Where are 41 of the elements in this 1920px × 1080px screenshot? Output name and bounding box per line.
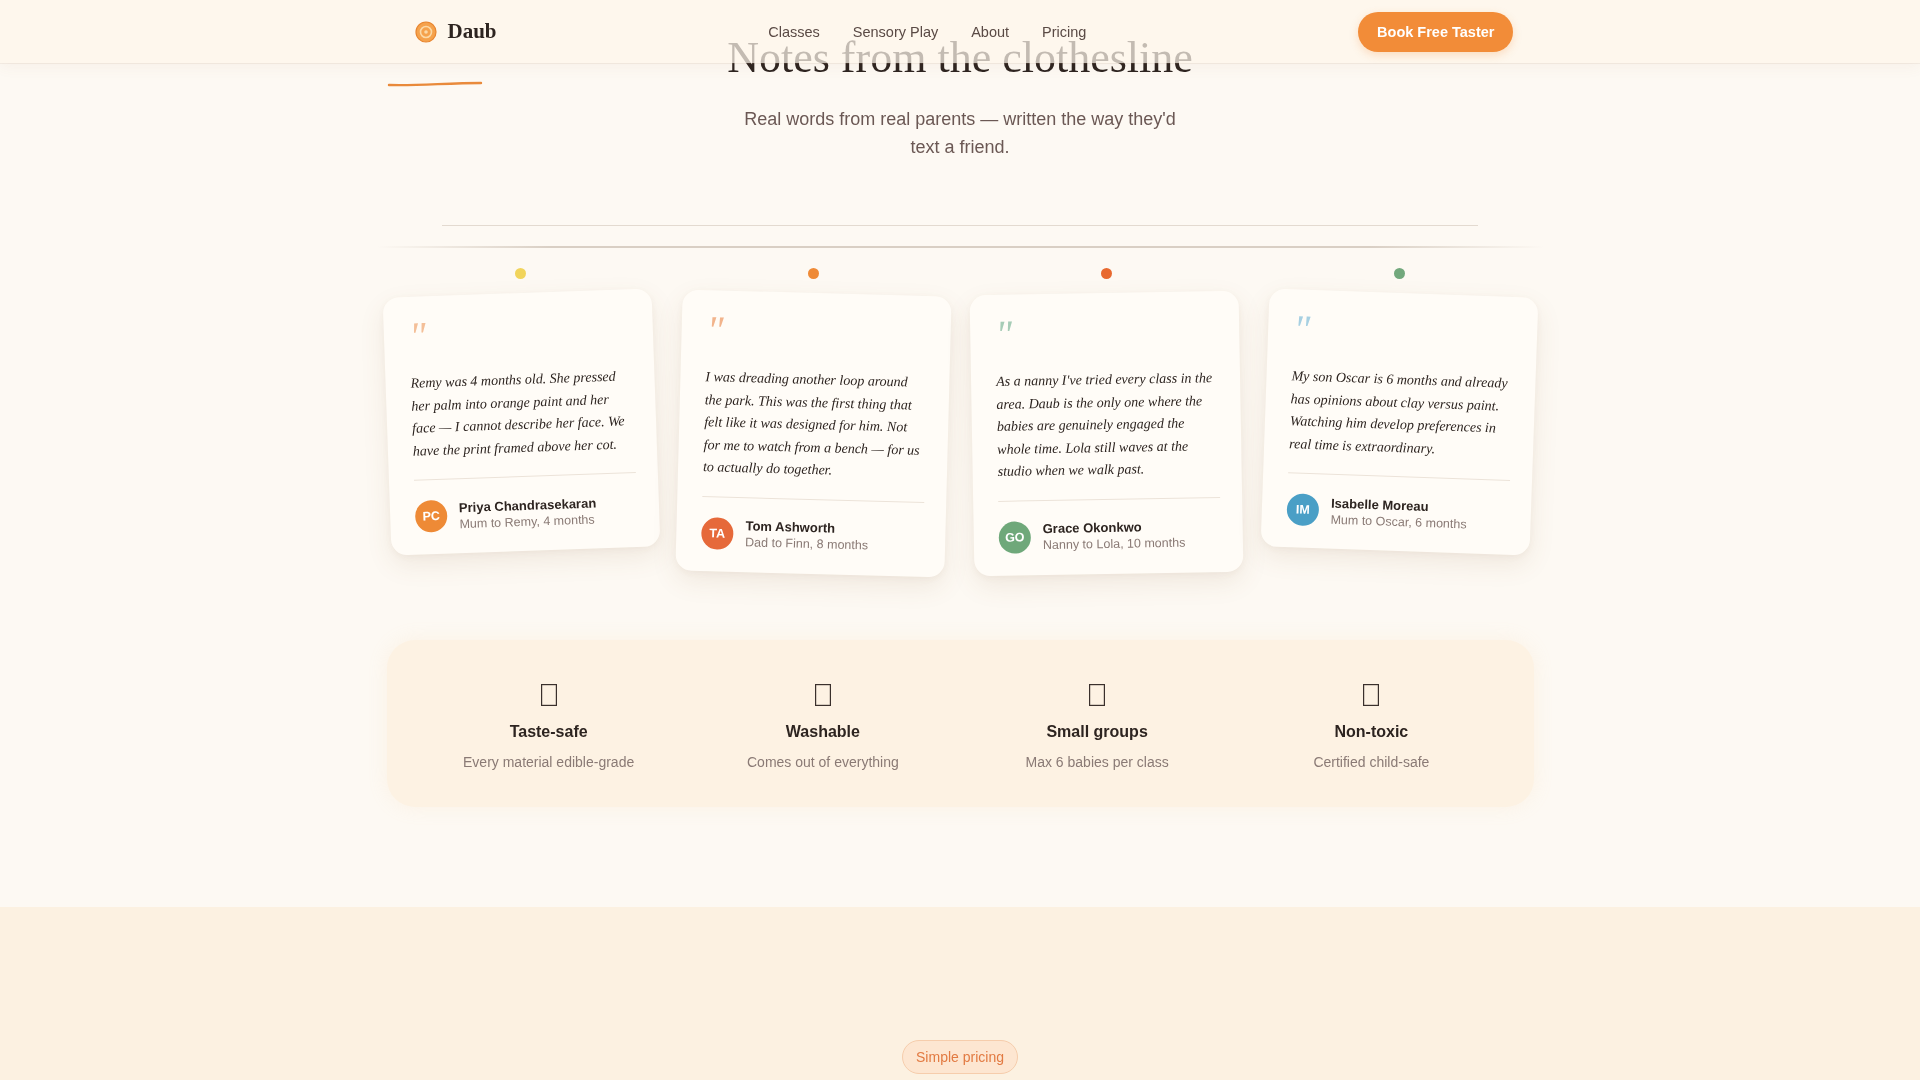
feature-description: Max 6 babies per class bbox=[1025, 752, 1169, 771]
brand-name[interactable]: Daub bbox=[447, 19, 497, 44]
quote-mark: " bbox=[407, 318, 426, 351]
testimonial-quote: Remy was 4 months old. She pressed her palm into orange paint and her face — I cannot describe her face. We have the print framed above her cot. bbox=[409, 367, 626, 461]
avatar: GO bbox=[998, 520, 1032, 554]
testimonial-quote: As a nanny I've tried every class in the area. Daub is the only one where the babies are genuinely engaged the whole time. Lola still waves at the studio when we walk past. bbox=[995, 369, 1214, 481]
brush-stroke-icon bbox=[386, 80, 483, 88]
author-role: Dad to Finn, 8 months bbox=[745, 535, 869, 553]
testimonial-quote: I was dreading another loop around the park. This was the first thing that felt like it was designed for him. Not for me to watch from a bench — for us to actually do together. bbox=[703, 368, 922, 480]
nav-link[interactable]: Sensory Play bbox=[852, 23, 939, 40]
avatar: IM bbox=[1286, 493, 1320, 527]
feature-title: Washable bbox=[785, 721, 860, 742]
quote-mark: " bbox=[706, 312, 725, 345]
quote-mark: " bbox=[1292, 311, 1311, 344]
section-title: Notes from the clothesline bbox=[727, 40, 1193, 76]
feature-title: Small groups bbox=[1046, 721, 1148, 742]
author-name: Grace Okonkwo bbox=[1042, 519, 1142, 537]
author-name: Tom Ashworth bbox=[745, 518, 836, 536]
empty-box-icon bbox=[540, 683, 557, 706]
feature-description: Every material edible-grade bbox=[463, 752, 635, 771]
logo-icon[interactable] bbox=[414, 20, 437, 43]
empty-box-icon bbox=[814, 683, 831, 706]
author-name: Priya Chandrasekaran bbox=[458, 494, 596, 515]
nav-link[interactable]: Classes bbox=[768, 23, 820, 40]
pricing-eyebrow-label: Simple pricing bbox=[902, 1039, 1018, 1074]
section-subtitle: Real words from real parents — written the way they'd text a friend. bbox=[743, 108, 1177, 159]
author-role: Mum to Oscar, 6 months bbox=[1330, 512, 1467, 531]
empty-box-icon bbox=[1363, 683, 1380, 706]
nav-link[interactable]: About bbox=[971, 23, 1010, 40]
empty-box-icon bbox=[1089, 683, 1106, 706]
quote-mark: " bbox=[994, 316, 1013, 349]
testimonial-quote: My son Oscar is 6 months and already has opinions about clay versus paint. Watching him develop preferences in real time is extraordinary. bbox=[1288, 367, 1509, 458]
feature-description: Certified child-safe bbox=[1313, 752, 1430, 771]
author-name: Isabelle Moreau bbox=[1330, 495, 1429, 514]
feature-title: Non-toxic bbox=[1334, 721, 1409, 742]
feature-title: Taste-safe bbox=[509, 721, 588, 742]
nav-link[interactable]: Pricing bbox=[1042, 23, 1087, 40]
author-role: Nanny to Lola, 10 months bbox=[1042, 535, 1186, 553]
avatar: PC bbox=[414, 499, 448, 533]
feature-description: Comes out of everything bbox=[747, 752, 899, 771]
avatar: TA bbox=[701, 516, 734, 550]
